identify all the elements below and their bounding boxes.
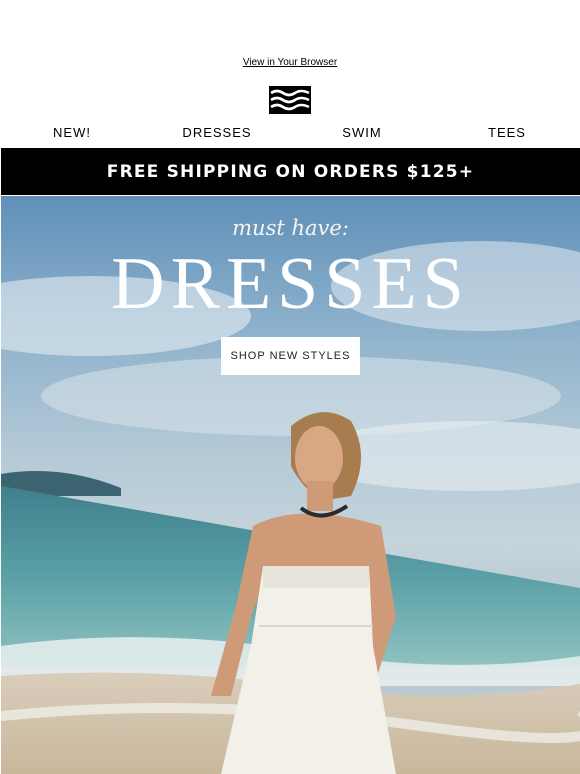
view-in-browser-link[interactable]: View in Your Browser [0, 57, 580, 68]
nav-item-new[interactable]: NEW! [53, 125, 91, 140]
nav-item-dresses[interactable]: DRESSES [182, 125, 251, 140]
hero-title: DRESSES [111, 243, 470, 325]
main-nav: NEW! DRESSES SWIM TEES [0, 125, 580, 143]
brand-logo-icon[interactable] [269, 86, 311, 114]
free-shipping-banner[interactable]: FREE SHIPPING ON ORDERS $125+ [1, 148, 580, 195]
shop-new-styles-button[interactable]: SHOP NEW STYLES [221, 337, 360, 375]
nav-item-tees[interactable]: TEES [488, 125, 526, 140]
free-shipping-text: FREE SHIPPING ON ORDERS $125+ [106, 161, 475, 182]
nav-item-swim[interactable]: SWIM [342, 125, 381, 140]
hero-kicker: must have: [232, 216, 349, 240]
hero-image[interactable]: must have: DRESSES SHOP NEW STYLES [1, 196, 580, 774]
